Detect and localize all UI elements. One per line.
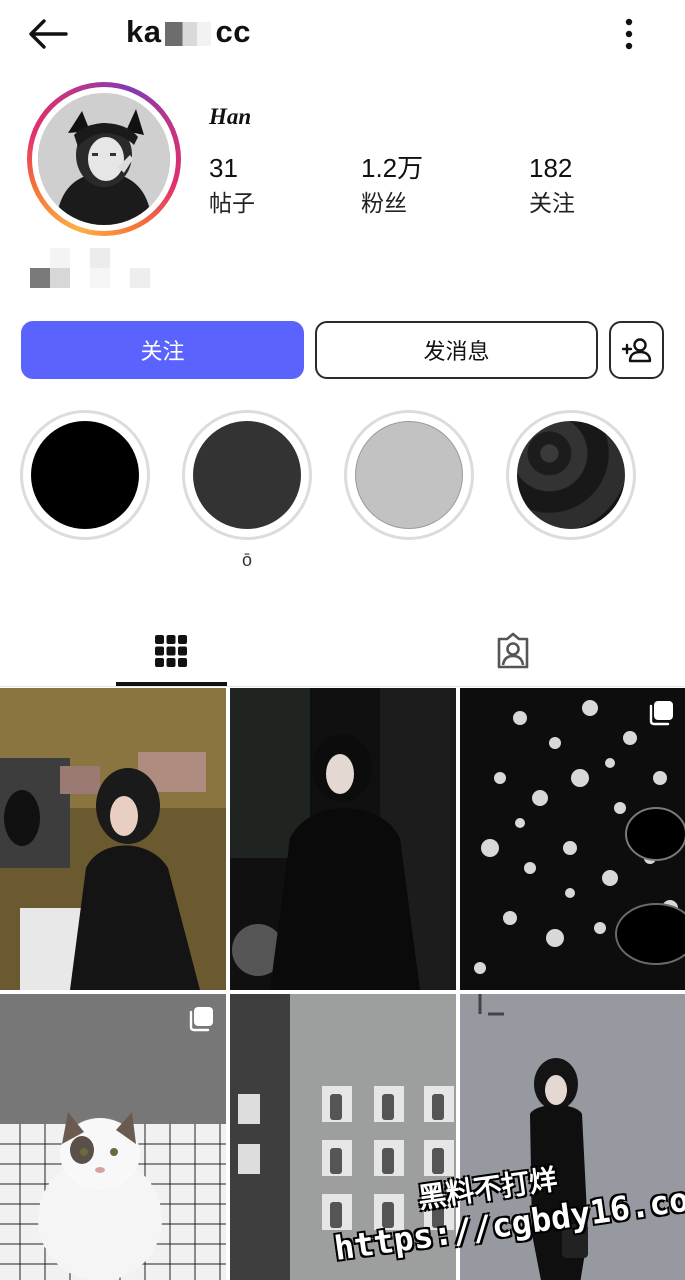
username-start: ka	[126, 14, 162, 49]
grid-icon	[155, 635, 187, 667]
story-highlight[interactable]	[506, 410, 636, 540]
more-options-button[interactable]	[612, 14, 646, 54]
post-thumbnail[interactable]	[0, 688, 226, 990]
tab-posts[interactable]	[0, 615, 342, 687]
stat-following-label: 关注	[529, 190, 575, 216]
bio-redaction	[30, 248, 152, 290]
top-bar: ka cc	[0, 0, 685, 70]
username-end: cc	[215, 14, 251, 49]
stat-following[interactable]: 182 关注	[529, 152, 575, 220]
stat-posts[interactable]: 31 帖子	[209, 152, 255, 220]
multiple-photos-icon	[649, 701, 673, 726]
story-highlight[interactable]	[182, 410, 312, 540]
post-thumbnail[interactable]	[230, 688, 456, 990]
profile-username: ka cc	[126, 14, 251, 50]
avatar	[38, 93, 170, 225]
story-ring[interactable]	[27, 82, 181, 236]
story-highlight[interactable]	[20, 410, 150, 540]
post-thumbnail[interactable]	[460, 688, 685, 990]
username-redaction	[165, 21, 212, 46]
stat-followers[interactable]: 1.2万 粉丝	[361, 152, 423, 220]
more-vertical-icon	[625, 18, 633, 50]
follow-button[interactable]: 关注	[21, 321, 304, 379]
active-tab-indicator	[116, 682, 227, 686]
tagged-person-icon	[497, 632, 529, 669]
add-person-icon	[621, 338, 651, 363]
display-name: Han	[209, 104, 252, 129]
suggest-users-button[interactable]	[609, 321, 664, 379]
stat-followers-value: 1.2万	[361, 153, 424, 183]
stat-followers-label: 粉丝	[361, 190, 407, 216]
back-button[interactable]	[24, 14, 72, 54]
multiple-photos-icon	[189, 1007, 213, 1032]
stat-posts-label: 帖子	[209, 190, 255, 216]
arrow-left-icon	[29, 19, 68, 49]
stat-posts-value: 31	[209, 153, 238, 183]
post-thumbnail[interactable]	[0, 994, 226, 1280]
tab-tagged[interactable]	[342, 615, 684, 687]
message-button[interactable]: 发消息	[315, 321, 598, 379]
profile-tabs	[0, 615, 685, 687]
story-highlight[interactable]	[344, 410, 474, 540]
highlight-label: ō	[241, 550, 252, 570]
stat-following-value: 182	[529, 153, 573, 183]
